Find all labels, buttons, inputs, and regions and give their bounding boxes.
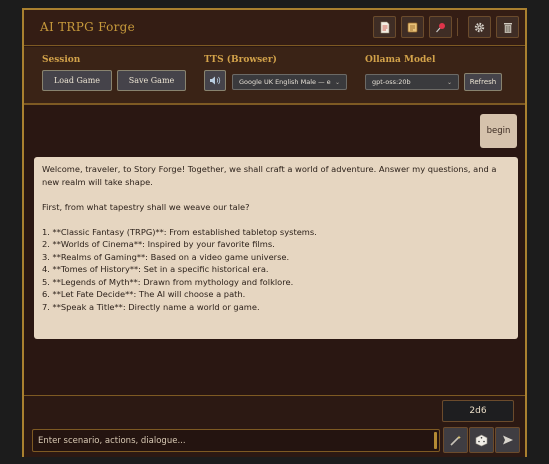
bot-intro: Welcome, traveler, to Story Forge! Toget… (42, 164, 497, 187)
speaker-icon (210, 76, 221, 85)
tts-voice-value: Google UK English Male — en-GB (239, 78, 331, 86)
list-item: 7. **Speak a Title**: Directly name a wo… (42, 301, 260, 312)
trash-icon (503, 22, 512, 33)
list-item: 1. **Classic Fantasy (TRPG)**: From esta… (42, 226, 317, 237)
refresh-button[interactable]: Refresh (464, 73, 502, 91)
ollama-model-select[interactable]: gpt-oss:20b ⌄ (365, 74, 459, 90)
tts-label: TTS (Browser) (204, 55, 277, 65)
load-game-button[interactable]: Load Game (42, 70, 112, 91)
ollama-model-value: gpt-oss:20b (372, 78, 411, 86)
list-item: 3. **Realms of Gaming**: Based on a vide… (42, 251, 290, 262)
pin-icon (436, 22, 445, 32)
tts-voice-select[interactable]: Google UK English Male — en-GB ⌄ (232, 74, 347, 90)
document-icon (380, 21, 389, 33)
list-item: 2. **Worlds of Cinema**: Inspired by you… (42, 239, 275, 249)
app-window: AI TRPG Forge Session Load Game Save Gam… (22, 8, 527, 457)
app-title: AI TRPG Forge (40, 20, 136, 34)
session-label: Session (42, 55, 81, 65)
message-input-placeholder: Enter scenario, actions, dialogue... (38, 435, 186, 446)
user-message: begin (480, 114, 517, 148)
list-item: 4. **Tomes of History**: Set in a specif… (42, 264, 269, 274)
header-bar: AI TRPG Forge (24, 10, 525, 46)
pin-button[interactable] (429, 16, 452, 38)
dice-notation-field[interactable]: 2d6 (442, 400, 514, 422)
roll-dice-button[interactable] (469, 427, 494, 453)
control-panel: Session Load Game Save Game TTS (Browser… (24, 47, 525, 105)
delete-button[interactable] (496, 16, 519, 38)
header-divider (457, 18, 458, 36)
document-button[interactable] (373, 16, 396, 38)
scroll-button[interactable] (401, 16, 424, 38)
chevron-down-icon: ⌄ (334, 78, 340, 86)
speaker-button[interactable] (204, 70, 226, 91)
list-item: 5. **Legends of Myth**: Drawn from mytho… (42, 276, 294, 287)
dice-icon (475, 434, 488, 446)
bot-message: Welcome, traveler, to Story Forge! Toget… (34, 157, 518, 339)
bot-question: First, from what tapestry shall we weave… (42, 201, 250, 212)
wand-icon (450, 435, 461, 446)
list-item: 6. **Let Fate Decide**: The AI will choo… (42, 289, 246, 299)
save-game-button[interactable]: Save Game (117, 70, 186, 91)
magic-wand-button[interactable] (443, 427, 468, 453)
chat-area: begin Welcome, traveler, to Story Forge!… (24, 106, 525, 396)
message-input[interactable]: Enter scenario, actions, dialogue... (32, 429, 440, 452)
send-icon (502, 435, 513, 445)
chevron-down-icon: ⌄ (446, 78, 452, 86)
send-button[interactable] (495, 427, 520, 453)
settings-button[interactable] (468, 16, 491, 38)
option-list: 1. **Classic Fantasy (TRPG)**: From esta… (42, 226, 510, 314)
footer-bar: 2d6 Enter scenario, actions, dialogue... (24, 395, 525, 457)
scroll-icon (407, 22, 418, 32)
ollama-label: Ollama Model (365, 55, 436, 65)
gear-icon (474, 22, 485, 32)
